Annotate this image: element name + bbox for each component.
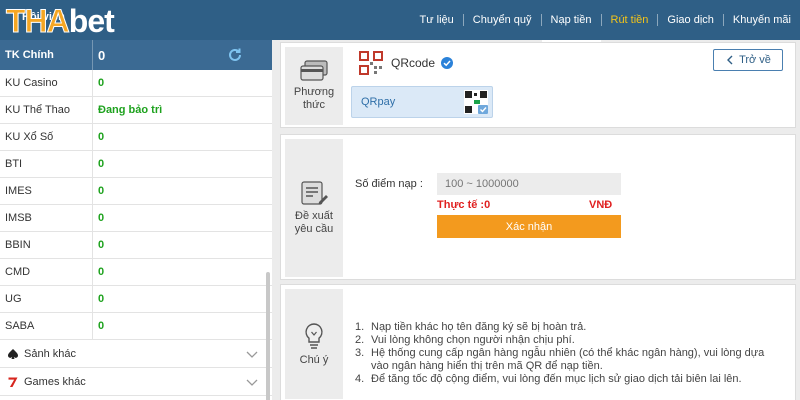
- note-item: 1. Nạp tiền khác họ tên đăng ký sẽ bị ho…: [355, 321, 785, 334]
- amount-label: Số điểm nạp :: [355, 178, 423, 190]
- note-text: Vui lòng không chọn người nhận chịu phí.: [371, 334, 575, 346]
- qrpay-qr-icon: [464, 90, 488, 114]
- wallet-balance: Đang bảo trì: [92, 97, 162, 123]
- request-side-tab: Đề xuất yêu cầu: [285, 139, 343, 277]
- wallet-name: KU Thể Thao: [5, 104, 71, 116]
- note-text: Nạp tiền khác họ tên đăng ký sẽ bị hoàn …: [371, 321, 587, 333]
- actual-amount: Thực tế :0: [437, 199, 491, 211]
- wallet-name: CMD: [5, 266, 31, 278]
- seven-icon: [6, 375, 20, 389]
- notes-side-label: Chú ý: [299, 353, 329, 366]
- method-side-tab: Phương thức: [285, 47, 343, 125]
- method-panel: Phương thức QRcode Trở về QRpay: [280, 42, 796, 128]
- spade-icon: [6, 347, 20, 361]
- note-text: Để tăng tốc độ cộng điểm, vui lòng đến m…: [371, 373, 742, 385]
- request-side-label-2: yêu cầu: [294, 223, 334, 235]
- qr-title: QRcode: [391, 56, 436, 70]
- wallet-name: KU Casino: [5, 77, 58, 89]
- wallet-balance: 0: [92, 313, 104, 339]
- lightbulb-icon: [305, 322, 323, 349]
- group-games-khac[interactable]: Games khác: [0, 368, 272, 396]
- notes-side-tab: Chú ý: [285, 289, 343, 399]
- brand-logo[interactable]: THA bet: [6, 2, 115, 40]
- wallet-balance: 0: [92, 178, 104, 204]
- wallet-row[interactable]: SABA 0: [0, 313, 272, 340]
- wallet-balance: 0: [92, 259, 104, 285]
- wallet-row[interactable]: KU Thể Thao Đang bảo trì: [0, 97, 272, 124]
- chevron-down-icon[interactable]: [246, 348, 258, 360]
- wallet-row[interactable]: CMD 0: [0, 259, 272, 286]
- qrpay-option[interactable]: QRpay: [351, 86, 493, 118]
- wallet-row[interactable]: KU Xổ Số 0: [0, 124, 272, 151]
- top-header: Hội viên THA bet Tư liệu Chuyển quỹ Nạp t…: [0, 0, 800, 43]
- note-number: 4.: [355, 373, 365, 385]
- back-button[interactable]: Trở về: [713, 49, 783, 71]
- wallet-balance: 0: [92, 205, 104, 231]
- wallet-balance: 0: [92, 232, 104, 258]
- method-side-label-2: thức: [302, 99, 326, 111]
- wallet-row[interactable]: IMES 0: [0, 178, 272, 205]
- group-sanh-khac[interactable]: Sảnh khác: [0, 340, 272, 368]
- wallet-sidebar: TK Chính 0 KU Casino 0 KU Thể Thao Đang …: [0, 40, 272, 400]
- wallet-name: UG: [5, 293, 22, 305]
- group-label: Sảnh khác: [24, 347, 76, 360]
- logo-text-bet: bet: [68, 2, 115, 39]
- refresh-icon[interactable]: [227, 47, 243, 63]
- wallet-balance: 0: [92, 124, 104, 150]
- note-text: Hệ thống cung cấp ngân hàng ngẫu nhiên (…: [371, 347, 765, 372]
- wallet-row[interactable]: UG 0: [0, 286, 272, 313]
- confirm-button[interactable]: Xác nhận: [437, 215, 621, 238]
- main-account-balance: 0: [92, 40, 105, 70]
- wallet-name: KU Xổ Số: [5, 131, 54, 143]
- chevron-down-icon[interactable]: [246, 376, 258, 388]
- notes-list: 1. Nạp tiền khác họ tên đăng ký sẽ bị ho…: [355, 321, 785, 386]
- wallet-balance: 0: [92, 151, 104, 177]
- wallet-row[interactable]: IMSB 0: [0, 205, 272, 232]
- wallet-balance: 0: [92, 70, 104, 96]
- method-side-label-1: Phương: [293, 86, 335, 98]
- notes-panel: Chú ý 1. Nạp tiền khác họ tên đăng ký sẽ…: [280, 284, 796, 400]
- nav-giao-dich[interactable]: Giao dịch: [657, 14, 722, 26]
- amount-row: Số điểm nạp :: [355, 173, 621, 195]
- note-number: 3.: [355, 347, 365, 359]
- chevron-left-icon: [727, 55, 733, 65]
- note-item: 2. Vui lòng không chọn người nhận chịu p…: [355, 334, 785, 347]
- nav-tu-lieu[interactable]: Tư liệu: [411, 14, 463, 26]
- form-edit-icon: [301, 181, 328, 205]
- nav-nap-tien[interactable]: Nạp tiền: [540, 14, 601, 43]
- wallet-row[interactable]: BBIN 0: [0, 232, 272, 259]
- note-item: 3. Hệ thống cung cấp ngân hàng ngẫu nhiê…: [355, 347, 785, 373]
- verified-check-icon: [441, 57, 454, 69]
- deposit-main: Phương thức QRcode Trở về QRpay Đề xuất …: [276, 40, 800, 400]
- wallet-name: SABA: [5, 320, 35, 332]
- nav-khuyen-mai[interactable]: Khuyến mãi: [722, 14, 800, 26]
- qr-heading: QRcode: [359, 51, 454, 75]
- wallet-balance: 0: [92, 286, 104, 312]
- currency-label: VNĐ: [589, 199, 613, 211]
- qrcode-icon: [359, 51, 383, 75]
- main-account-row[interactable]: TK Chính 0: [0, 40, 272, 70]
- amount-input[interactable]: [437, 173, 621, 195]
- card-icon: [300, 60, 328, 81]
- wallet-name: BTI: [5, 158, 23, 170]
- sidebar-scrollbar[interactable]: [266, 272, 270, 400]
- qrpay-label: QRpay: [361, 96, 396, 108]
- wallet-row[interactable]: BTI 0: [0, 151, 272, 178]
- group-label: Games khác: [24, 375, 86, 388]
- main-account-label: TK Chính: [5, 49, 54, 61]
- main-nav: Tư liệu Chuyển quỹ Nạp tiền Rút tiền Gia…: [411, 0, 800, 43]
- back-button-label: Trở về: [739, 54, 771, 66]
- wallet-name: BBIN: [5, 239, 31, 251]
- wallet-row[interactable]: KU Casino 0: [0, 70, 272, 97]
- nav-chuyen-quy[interactable]: Chuyển quỹ: [462, 14, 541, 26]
- note-item: 4. Để tăng tốc độ cộng điểm, vui lòng đế…: [355, 373, 785, 386]
- nav-rut-tien[interactable]: Rút tiền: [600, 14, 658, 26]
- wallet-name: IMSB: [5, 212, 32, 224]
- wallet-name: IMES: [5, 185, 32, 197]
- request-side-label-1: Đề xuất: [295, 210, 333, 222]
- logo-text-tha: THA: [6, 2, 71, 39]
- note-number: 2.: [355, 334, 365, 346]
- note-number: 1.: [355, 321, 365, 333]
- request-panel: Đề xuất yêu cầu Số điểm nạp : Thực tế :0…: [280, 134, 796, 280]
